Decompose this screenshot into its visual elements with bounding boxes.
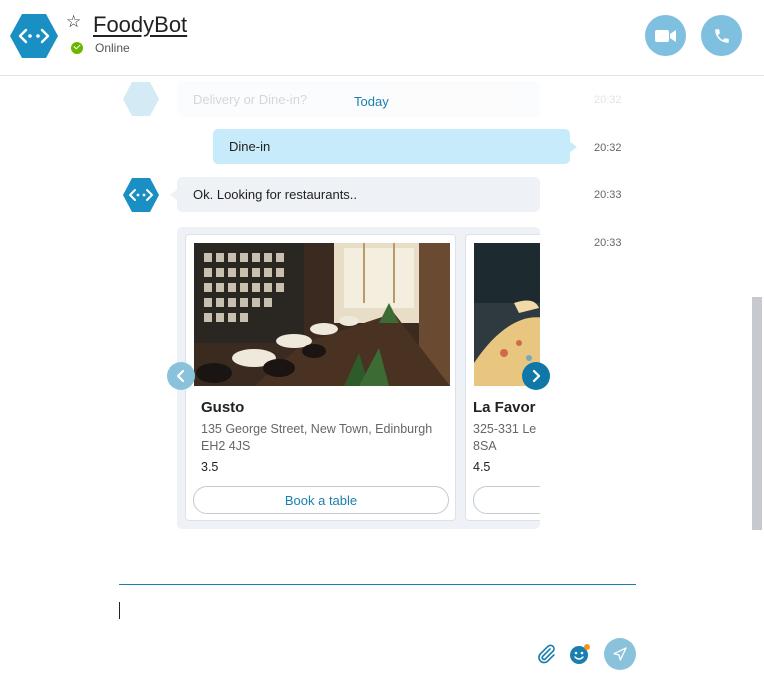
address-line: 325-331 Le — [473, 422, 537, 436]
restaurant-address: 135 George Street, New Town, Edinburgh E… — [201, 422, 433, 453]
send-button[interactable] — [604, 638, 636, 670]
book-table-button[interactable] — [473, 486, 540, 514]
message-text: Ok. Looking for restaurants.. — [193, 187, 358, 202]
chevron-left-icon — [176, 370, 185, 382]
restaurant-card[interactable]: Gusto 135 George Street, New Town, Edinb… — [185, 234, 456, 521]
phone-icon — [714, 28, 729, 43]
bot-avatar-icon — [123, 82, 159, 116]
online-status-icon — [71, 42, 83, 54]
message-time: 20:33 — [594, 237, 622, 249]
bot-avatar-icon — [123, 178, 159, 212]
message-list[interactable]: Delivery or Dine-in? 20:32 Today Dine-in… — [0, 77, 764, 582]
scrollbar-thumb[interactable] — [752, 297, 762, 530]
carousel-prev-button[interactable] — [167, 362, 195, 390]
chevron-right-icon — [532, 370, 541, 382]
contact-name[interactable]: FoodyBot — [93, 12, 187, 38]
chat-header: ☆ FoodyBot Online — [0, 0, 764, 76]
bot-message-bubble: Ok. Looking for restaurants.. — [170, 177, 540, 212]
date-separator: Today — [354, 94, 389, 109]
carousel-next-button[interactable] — [522, 362, 550, 390]
restaurant-address: 325-331 Le 8SA — [473, 421, 540, 455]
audio-call-button[interactable] — [701, 15, 742, 56]
message-text: Dine-in — [229, 139, 271, 154]
smiley-icon[interactable] — [568, 642, 592, 666]
compose-input-underline — [119, 584, 636, 585]
message-time: 20:32 — [594, 94, 622, 106]
chat-window: ☆ FoodyBot Online Delivery or Dine-in? 2… — [0, 0, 764, 681]
restaurant-rating: 3.5 — [201, 460, 219, 474]
status-text: Online — [95, 41, 130, 55]
message-time: 20:33 — [594, 189, 622, 201]
restaurant-name: Gusto — [201, 399, 245, 416]
video-call-button[interactable] — [645, 15, 686, 56]
restaurant-photo — [194, 243, 450, 386]
video-camera-icon — [654, 29, 676, 42]
text-cursor[interactable] — [119, 602, 120, 619]
send-arrow-icon — [613, 647, 627, 661]
paperclip-icon[interactable] — [535, 643, 557, 665]
restaurant-carousel[interactable]: Gusto 135 George Street, New Town, Edinb… — [177, 227, 540, 529]
bot-avatar-icon[interactable] — [9, 13, 59, 59]
restaurant-rating: 4.5 — [473, 460, 491, 474]
restaurant-name: La Favor — [473, 399, 536, 416]
address-line: 8SA — [473, 439, 497, 453]
star-outline-icon[interactable]: ☆ — [66, 13, 84, 31]
message-text: Delivery or Dine-in? — [193, 91, 308, 107]
message-time: 20:32 — [594, 142, 622, 154]
book-table-button[interactable]: Book a table — [193, 486, 449, 514]
user-message-bubble: Dine-in — [213, 129, 577, 164]
